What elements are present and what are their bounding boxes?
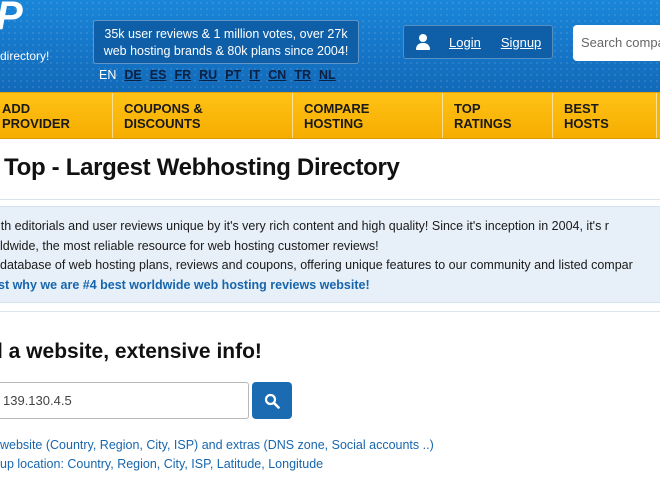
signup-link[interactable]: Signup xyxy=(501,35,541,50)
language-selector: EN DE ES FR RU PT IT CN TR NL xyxy=(99,68,344,82)
nav-top-ratings[interactable]: TOP RATINGS xyxy=(443,93,553,138)
user-icon xyxy=(414,33,432,51)
lang-ru[interactable]: RU xyxy=(199,68,217,82)
lookup-location-link[interactable]: up location: Country, Region, City, ISP,… xyxy=(0,457,323,471)
intro-line-3: database of web hosting plans, reviews a… xyxy=(0,258,633,272)
nav-coupons-discounts[interactable]: COUPONS & DISCOUNTS xyxy=(113,93,293,138)
section-divider xyxy=(0,311,660,312)
lookup-info-link[interactable]: website (Country, Region, City, ISP) and… xyxy=(0,438,434,452)
search-icon xyxy=(264,393,280,409)
logo-tagline: directory! xyxy=(0,49,50,63)
intro-line-1: ith editorials and user reviews unique b… xyxy=(0,219,609,233)
ip-input[interactable]: 139.130.4.5 xyxy=(0,382,249,419)
stats-line-2: web hosting brands & 80k plans since 200… xyxy=(103,44,349,58)
nav-compare-hosting[interactable]: COMPARE HOSTING xyxy=(293,93,443,138)
stats-box: 35k user reviews & 1 million votes, over… xyxy=(93,20,359,64)
site-header: P directory! 35k user reviews & 1 millio… xyxy=(0,0,660,92)
lang-it[interactable]: IT xyxy=(249,68,260,82)
lookup-search-button[interactable] xyxy=(252,382,292,419)
nav-add-provider[interactable]: ADD PROVIDER xyxy=(0,93,113,138)
lang-es[interactable]: ES xyxy=(150,68,167,82)
lang-en: EN xyxy=(99,68,117,82)
stats-line-1: 35k user reviews & 1 million votes, over… xyxy=(104,27,348,41)
account-box: Login Signup xyxy=(403,25,553,59)
intro-panel: ith editorials and user reviews unique b… xyxy=(0,206,660,303)
lang-nl[interactable]: NL xyxy=(319,68,336,82)
page-title: Top - Largest Webhosting Directory xyxy=(4,154,400,181)
title-divider xyxy=(0,199,660,200)
why-best-link[interactable]: st why we are #4 best worldwide web host… xyxy=(0,276,660,296)
login-link[interactable]: Login xyxy=(449,35,481,50)
lang-fr[interactable]: FR xyxy=(174,68,191,82)
header-search-input[interactable]: Search compa xyxy=(573,25,660,61)
site-logo[interactable]: P xyxy=(0,0,23,39)
lookup-heading: l a website, extensive info! xyxy=(0,340,262,363)
lang-tr[interactable]: TR xyxy=(294,68,311,82)
main-nav: ADD PROVIDER COUPONS & DISCOUNTS COMPARE… xyxy=(0,92,660,139)
lang-de[interactable]: DE xyxy=(124,68,141,82)
lang-pt[interactable]: PT xyxy=(225,68,241,82)
nav-best-hosts[interactable]: BEST HOSTS xyxy=(553,93,657,138)
lang-cn[interactable]: CN xyxy=(268,68,286,82)
intro-line-2: ldwide, the most reliable resource for w… xyxy=(0,238,379,253)
